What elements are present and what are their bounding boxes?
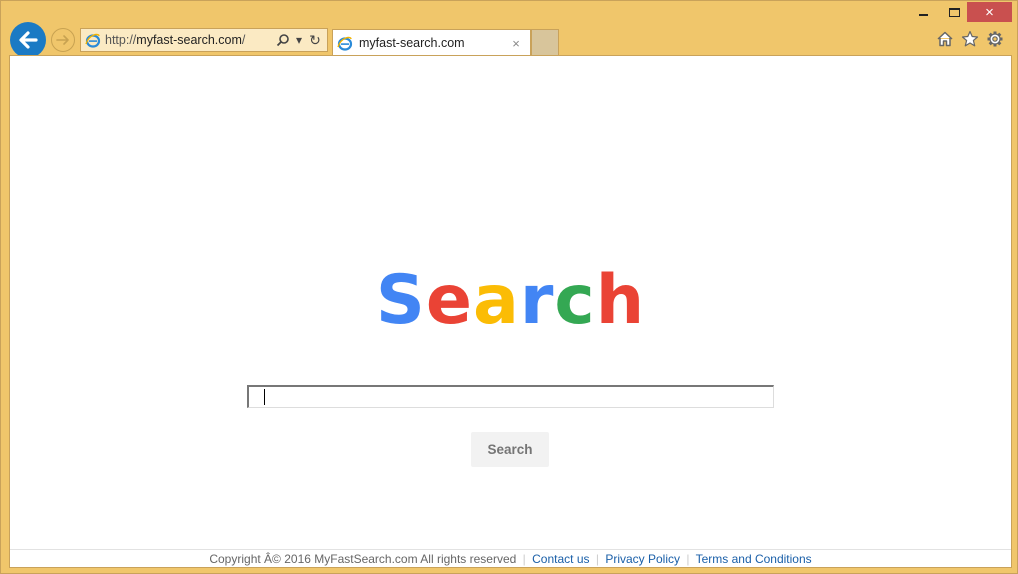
logo-letter: r [519,261,555,340]
back-arrow-icon [19,31,38,49]
page-content: Search Search Copyright Â© 2016 MyFastSe… [9,55,1012,568]
tab-title: myfast-search.com [359,36,465,50]
search-icon[interactable] [275,32,291,48]
url-path: / [241,33,246,47]
close-window-button[interactable]: × [967,2,1012,22]
contact-us-link[interactable]: Contact us [532,552,589,566]
dropdown-icon[interactable]: ▾ [291,32,307,48]
ie-page-icon [85,32,101,48]
search-button[interactable]: Search [471,432,549,467]
url-text[interactable]: http://myfast-search.com/ [105,33,275,47]
address-bar[interactable]: http://myfast-search.com/ ▾ ↻ [80,28,328,52]
logo-letter: h [595,261,646,340]
terms-link[interactable]: Terms and Conditions [696,552,812,566]
close-icon: × [985,3,994,21]
privacy-policy-link[interactable]: Privacy Policy [605,552,680,566]
separator: | [595,552,599,566]
refresh-icon[interactable]: ↻ [307,32,323,48]
minimize-icon [918,14,928,16]
maximize-icon [948,7,960,17]
home-icon[interactable] [935,29,955,49]
ie-tab-icon [337,35,353,51]
search-input[interactable] [247,385,774,408]
tab-myfast-search[interactable]: myfast-search.com × [332,29,531,56]
url-scheme: http:// [105,33,137,47]
logo-letter: c [554,261,596,340]
separator: | [686,552,690,566]
star-icon[interactable] [960,29,980,49]
footer: Copyright Â© 2016 MyFastSearch.com All r… [10,549,1011,569]
url-host: myfast-search.com [136,33,242,47]
maximize-button[interactable] [939,2,969,22]
forward-arrow-icon [56,35,69,45]
tab-close-icon[interactable]: × [508,36,524,51]
browser-window: × http://myfast-search.com/ ▾ ↻ myfast-s… [0,0,1018,574]
forward-button[interactable] [51,28,75,52]
text-caret [264,389,265,405]
copyright-text: Copyright Â© 2016 MyFastSearch.com All r… [209,552,517,566]
logo-letter: a [472,261,520,340]
search-logo: Search [10,261,1011,341]
logo-letter: e [425,261,473,340]
separator: | [522,552,526,566]
gear-icon[interactable] [985,29,1005,49]
logo-letter: S [375,261,426,340]
back-button[interactable] [10,22,46,58]
minimize-button[interactable] [908,2,938,22]
new-tab-button[interactable] [531,29,559,55]
